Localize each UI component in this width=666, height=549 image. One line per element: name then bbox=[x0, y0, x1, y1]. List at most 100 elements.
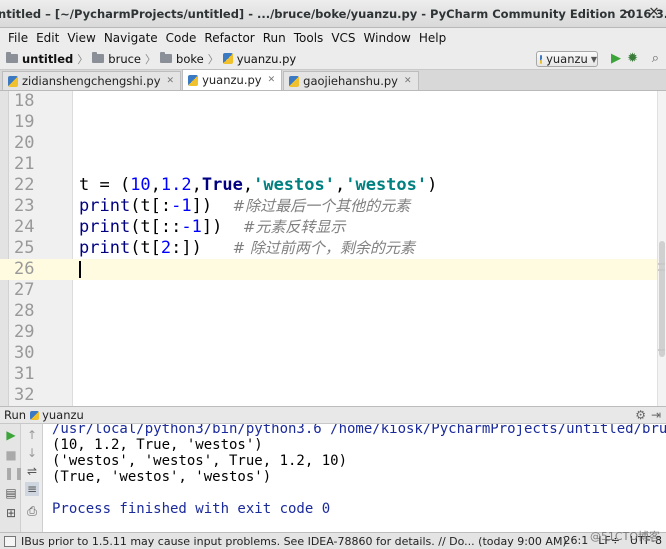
menu-tools[interactable]: Tools bbox=[290, 31, 328, 45]
breadcrumb-folder-boke[interactable]: boke bbox=[176, 52, 204, 66]
tab-zidianshengchengshi[interactable]: zidianshengchengshi.py ✕ bbox=[2, 71, 182, 90]
rerun-icon[interactable]: ▶ bbox=[4, 428, 18, 442]
stop-icon[interactable]: ■ bbox=[4, 448, 18, 462]
python-file-icon bbox=[289, 75, 300, 87]
line-number: 26 bbox=[14, 259, 35, 279]
close-tab-icon[interactable]: ✕ bbox=[268, 75, 276, 85]
run-panel-header: Run yuanzu ⚙ ⇥ bbox=[0, 406, 666, 424]
run-icon[interactable]: ▶ bbox=[611, 51, 621, 67]
code-line[interactable]: 23 print(t[:-1]) #除过最后一个其他的元素 bbox=[0, 196, 666, 217]
print-icon[interactable]: ⎙ bbox=[25, 504, 39, 518]
breadcrumb: untitled 〉 bruce 〉 boke 〉 yuanzu.py bbox=[6, 51, 296, 67]
python-file-icon bbox=[30, 410, 40, 420]
console-output[interactable]: /usr/local/python3/bin/python3.6 /home/k… bbox=[43, 424, 666, 532]
line-number: 32 bbox=[14, 385, 35, 405]
code-line[interactable]: 28 bbox=[0, 301, 666, 322]
menu-vcs[interactable]: VCS bbox=[327, 31, 359, 45]
code-line[interactable]: 29 bbox=[0, 322, 666, 343]
menu-help[interactable]: Help bbox=[415, 31, 450, 45]
code-line[interactable]: 21 bbox=[0, 154, 666, 175]
line-number: 21 bbox=[14, 154, 35, 174]
number-token: -1 bbox=[181, 217, 202, 237]
scrollbar-thumb[interactable] bbox=[659, 241, 665, 357]
code-line[interactable]: 19 bbox=[0, 112, 666, 133]
run-toolbar: ▶ ■ ❚❚ ▤ ⊞ bbox=[0, 424, 24, 532]
status-bar: IBus prior to 1.5.11 may cause input pro… bbox=[0, 532, 666, 549]
console-line: Process finished with exit code 0 bbox=[52, 501, 331, 517]
breadcrumb-project[interactable]: untitled bbox=[22, 52, 73, 66]
code-line[interactable]: 32 bbox=[0, 385, 666, 406]
console-line: (10, 1.2, True, 'westos') bbox=[52, 437, 263, 453]
tab-gaojiehanshu[interactable]: gaojiehanshu.py ✕ bbox=[283, 71, 419, 90]
hide-panel-icon[interactable]: ⇥ bbox=[651, 408, 661, 422]
status-message[interactable]: IBus prior to 1.5.11 may cause input pro… bbox=[21, 535, 567, 548]
code-line[interactable]: 31 bbox=[0, 364, 666, 385]
cursor-position[interactable]: 26:1 bbox=[564, 534, 589, 547]
tool-window-icon[interactable] bbox=[4, 535, 16, 547]
menu-refactor[interactable]: Refactor bbox=[200, 31, 258, 45]
menu-edit[interactable]: Edit bbox=[32, 31, 63, 45]
run-panel-label: Run bbox=[4, 408, 27, 422]
breadcrumb-separator-icon: 〉 bbox=[77, 52, 89, 66]
code-token: , bbox=[242, 175, 254, 195]
scroll-marker bbox=[658, 269, 665, 271]
minimize-icon[interactable]: – bbox=[622, 6, 634, 20]
code-token: (t[:: bbox=[130, 217, 182, 237]
current-code-line[interactable]: 26 bbox=[0, 259, 666, 280]
code-token: t = ( bbox=[79, 175, 131, 195]
code-editor[interactable]: 18 19 20 21 22 t = (10,1.2,True,'westos'… bbox=[0, 91, 666, 406]
pause-icon[interactable]: ❚❚ bbox=[4, 466, 24, 480]
code-token: :]) bbox=[171, 238, 202, 258]
window-controls: – ✕ bbox=[622, 6, 660, 20]
run-configuration-label: yuanzu bbox=[546, 52, 588, 66]
up-arrow-icon[interactable]: ↑ bbox=[25, 428, 39, 442]
tab-yuanzu[interactable]: yuanzu.py ✕ bbox=[182, 69, 283, 90]
watermark: @51CTO博客 bbox=[589, 530, 660, 543]
tab-label: yuanzu.py bbox=[202, 73, 262, 87]
menu-file[interactable]: File bbox=[4, 31, 32, 45]
scroll-to-end-icon[interactable]: ≡ bbox=[25, 482, 39, 496]
menu-window[interactable]: Window bbox=[360, 31, 415, 45]
menu-code[interactable]: Code bbox=[162, 31, 201, 45]
folder-icon bbox=[6, 52, 18, 63]
menu-bar: File Edit View Navigate Code Refactor Ru… bbox=[0, 28, 666, 48]
line-number: 18 bbox=[14, 91, 35, 111]
code-text: print(t[::-1]) #元素反转显示 bbox=[79, 217, 345, 238]
code-token: ) bbox=[427, 175, 438, 195]
editor-scrollbar[interactable] bbox=[657, 91, 666, 406]
search-icon[interactable]: ⌕ bbox=[652, 51, 659, 67]
debug-icon[interactable]: ✹ bbox=[627, 51, 638, 67]
string-token: 'westos' bbox=[345, 175, 428, 195]
code-line[interactable]: 24 print(t[::-1]) #元素反转显示 bbox=[0, 217, 666, 238]
breadcrumb-folder-bruce[interactable]: bruce bbox=[108, 52, 141, 66]
breadcrumb-file[interactable]: yuanzu.py bbox=[237, 52, 297, 66]
line-number: 27 bbox=[14, 280, 35, 300]
builtin-token: print bbox=[79, 238, 131, 258]
run-panel-config[interactable]: yuanzu bbox=[42, 408, 84, 422]
code-line[interactable]: 27 bbox=[0, 280, 666, 301]
keyword-token: True bbox=[201, 175, 243, 195]
builtin-token: print bbox=[79, 217, 131, 237]
code-token: , bbox=[150, 175, 161, 195]
code-line[interactable]: 30 bbox=[0, 343, 666, 364]
tab-label: zidianshengchengshi.py bbox=[22, 74, 161, 88]
down-arrow-icon[interactable]: ↓ bbox=[25, 446, 39, 460]
close-tab-icon[interactable]: ✕ bbox=[167, 76, 175, 86]
code-line[interactable]: 25 print(t[2:]) # 除过前两个，剩余的元素 bbox=[0, 238, 666, 259]
menu-view[interactable]: View bbox=[63, 31, 99, 45]
code-line[interactable]: 22 t = (10,1.2,True,'westos','westos') bbox=[0, 175, 666, 196]
soft-wrap-icon[interactable]: ⇌ bbox=[25, 464, 39, 478]
layout-icon[interactable]: ▤ bbox=[4, 486, 18, 500]
run-configuration-select[interactable]: yuanzu ▼ bbox=[536, 51, 598, 67]
code-line[interactable]: 18 bbox=[0, 91, 666, 112]
close-tab-icon[interactable]: ✕ bbox=[404, 76, 412, 86]
pin-icon[interactable]: ⊞ bbox=[4, 506, 18, 520]
menu-navigate[interactable]: Navigate bbox=[100, 31, 162, 45]
code-token: (t[ bbox=[130, 238, 161, 258]
close-icon[interactable]: ✕ bbox=[648, 6, 660, 20]
builtin-token: print bbox=[79, 196, 131, 216]
code-line[interactable]: 20 bbox=[0, 133, 666, 154]
line-number: 25 bbox=[14, 238, 35, 258]
settings-gear-icon[interactable]: ⚙ bbox=[635, 408, 646, 422]
menu-run[interactable]: Run bbox=[259, 31, 290, 45]
